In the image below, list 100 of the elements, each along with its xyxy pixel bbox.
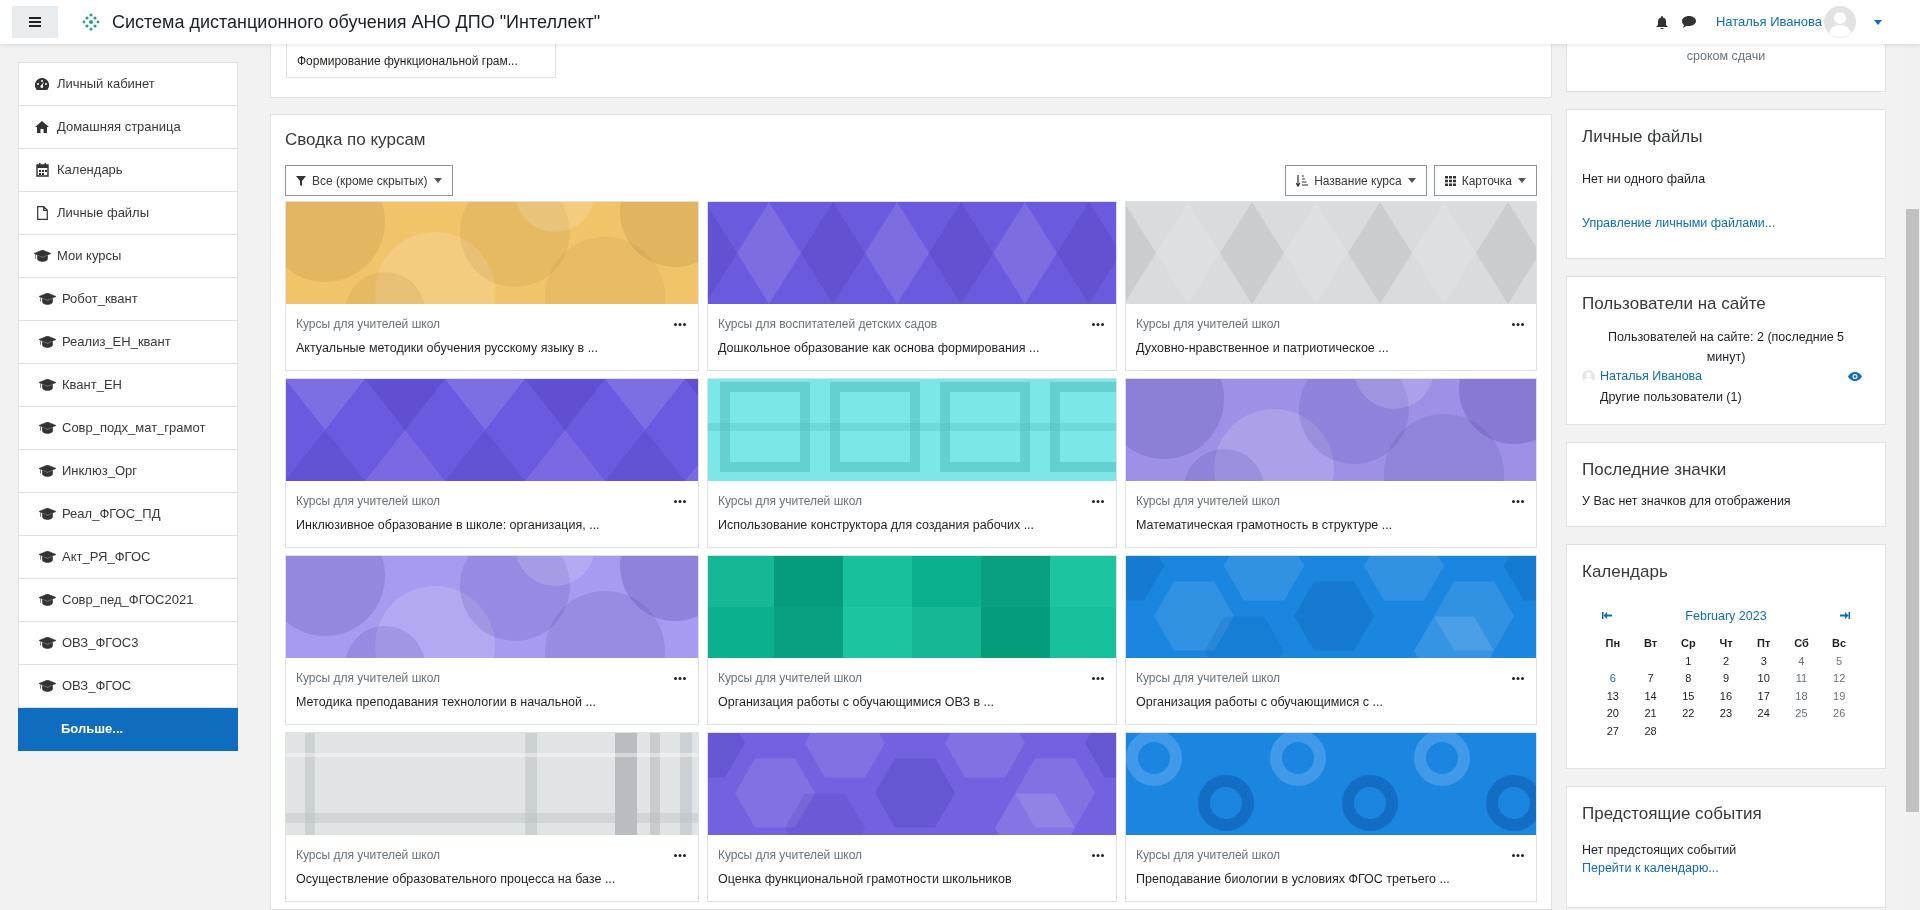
more-icon[interactable]	[1092, 676, 1104, 680]
calendar-day[interactable]: 8	[1669, 670, 1708, 688]
eye-icon[interactable]	[1848, 372, 1862, 381]
course-title[interactable]: Организация работы с обучающимися с ...	[1136, 693, 1526, 712]
sidebar-item[interactable]: Реал_ФГОС_ПД	[18, 493, 238, 536]
more-icon[interactable]	[1512, 499, 1524, 503]
scrollbar-thumb[interactable]	[1906, 209, 1919, 812]
calendar-day[interactable]: 6	[1594, 670, 1632, 688]
menu-button[interactable]	[12, 6, 58, 38]
course-title[interactable]: Методика преподавания технологии в начальной ...	[296, 693, 688, 712]
sidebar-item[interactable]: Больше...	[18, 708, 238, 751]
sidebar-item[interactable]: Квант_ЕН	[18, 364, 238, 407]
calendar-day[interactable]: 26	[1820, 705, 1858, 723]
previous-month-icon[interactable]	[1602, 612, 1612, 620]
calendar-day[interactable]: 15	[1669, 687, 1708, 706]
calendar-day[interactable]: 13	[1594, 687, 1632, 706]
sidebar-item[interactable]: Личные файлы	[18, 192, 238, 235]
course-card[interactable]: Курсы для учителей школ Преподавание биологии в условиях ФГОС третьего ...	[1125, 732, 1537, 902]
sidebar-item[interactable]: Мои курсы	[18, 235, 238, 278]
calendar-day[interactable]: 24	[1744, 705, 1783, 723]
sidebar-item[interactable]: Инклюз_Орг	[18, 450, 238, 493]
calendar-day[interactable]: 11	[1782, 670, 1821, 688]
course-card[interactable]: Курсы для учителей школ Организация работы с обучающимися ОВЗ в ...	[707, 555, 1117, 725]
course-title[interactable]: Духовно-нравственное и патриотическое ...	[1136, 339, 1526, 358]
course-title[interactable]: Организация работы с обучающимися ОВЗ в ...	[718, 693, 1106, 712]
course-card[interactable]: Курсы для учителей школ Инклюзивное образование в школе: организация, ...	[285, 378, 699, 548]
graduation-cap-icon	[38, 465, 56, 477]
bell-icon[interactable]	[1655, 15, 1668, 29]
weekday-header: Сб	[1793, 636, 1810, 652]
calendar-day[interactable]: 17	[1744, 687, 1783, 706]
user-name[interactable]: Наталья Иванова	[1715, 12, 1822, 32]
calendar-day[interactable]: 19	[1820, 687, 1858, 706]
view-button[interactable]: Карточка	[1433, 165, 1537, 196]
course-card[interactable]: Курсы для учителей школ Организация работы с обучающимися с ...	[1125, 555, 1537, 725]
calendar-day[interactable]: 18	[1782, 687, 1821, 706]
calendar-day[interactable]: 22	[1669, 705, 1708, 723]
calendar-day[interactable]: 4	[1782, 652, 1821, 671]
month-link[interactable]: February 2023	[1685, 606, 1767, 626]
more-icon[interactable]	[1092, 322, 1104, 326]
course-card[interactable]: Курсы для учителей школ Актуальные методики обучения русскому языку в ...	[285, 201, 699, 371]
sidebar-item[interactable]: ОВЗ_ФГОС3	[18, 622, 238, 665]
course-title[interactable]: Математическая грамотность в структуре ...	[1136, 516, 1526, 535]
course-title[interactable]: Актуальные методики обучения русскому языку в ...	[296, 339, 688, 358]
chat-icon[interactable]	[1681, 16, 1696, 28]
more-icon[interactable]	[674, 499, 686, 503]
calendar-day[interactable]: 25	[1782, 705, 1821, 723]
calendar-day[interactable]: 28	[1631, 722, 1670, 741]
course-title[interactable]: Дошкольное образование как основа формирования ...	[718, 339, 1106, 358]
course-card[interactable]: Курсы для учителей школ Осуществление образовательного процесса на базе ...	[285, 732, 699, 902]
course-title[interactable]: Преподавание биологии в условиях ФГОС третьего ...	[1136, 870, 1526, 889]
course-title[interactable]: Оценка функциональной грамотности школьников	[718, 870, 1106, 889]
sidebar-item[interactable]: Личный кабинет	[18, 63, 238, 106]
course-card[interactable]: Курсы для учителей школ Духовно-нравственное и патриотическое ...	[1125, 201, 1537, 371]
calendar-day[interactable]: 20	[1594, 705, 1632, 723]
sidebar-item[interactable]: Совр_пед_ФГОС2021	[18, 579, 238, 622]
course-card[interactable]: Курсы для учителей школ Оценка функциональной грамотности школьников	[707, 732, 1117, 902]
timeline-text: сроком сдачи	[1686, 48, 1766, 65]
sidebar-item[interactable]: Акт_РЯ_ФГОС	[18, 536, 238, 579]
calendar-day[interactable]: 7	[1631, 670, 1670, 688]
calendar-day[interactable]: 12	[1820, 670, 1858, 688]
course-item[interactable]: Формирование функциональной грам...	[286, 44, 556, 78]
course-title[interactable]: Использование конструктора для создания рабочих ...	[718, 516, 1106, 535]
calendar-day[interactable]: 14	[1631, 687, 1670, 706]
sidebar-item[interactable]: Календарь	[18, 149, 238, 192]
course-title[interactable]: Осуществление образовательного процесса на базе ...	[296, 870, 688, 889]
calendar-day[interactable]: 16	[1707, 687, 1745, 706]
filter-button[interactable]: Все (кроме скрытых)	[285, 165, 453, 196]
calendar-day[interactable]: 27	[1594, 722, 1632, 741]
calendar-day[interactable]: 3	[1744, 652, 1783, 671]
more-icon[interactable]	[1092, 853, 1104, 857]
more-icon[interactable]	[674, 853, 686, 857]
calendar-day[interactable]: 2	[1707, 652, 1745, 671]
calendar-day[interactable]: 21	[1631, 705, 1670, 723]
course-card[interactable]: Курсы для учителей школ Математическая грамотность в структуре ...	[1125, 378, 1537, 548]
manage-files-link[interactable]: Управление личными файлами...	[1582, 214, 1870, 233]
more-icon[interactable]	[1092, 499, 1104, 503]
sidebar-item[interactable]: Реализ_ЕН_квант	[18, 321, 238, 364]
more-icon[interactable]	[1512, 676, 1524, 680]
calendar-day[interactable]: 23	[1707, 705, 1745, 723]
calendar-link[interactable]: Перейти к календарю...	[1582, 859, 1870, 878]
course-title[interactable]: Инклюзивное образование в школе: организация, ...	[296, 516, 688, 535]
user-link[interactable]: Наталья Иванова	[1600, 367, 1703, 386]
course-card[interactable]: Курсы для учителей школ Методика преподавания технологии в начальной ...	[285, 555, 699, 725]
calendar-day[interactable]: 10	[1744, 670, 1783, 688]
sidebar-item[interactable]: Домашняя страница	[18, 106, 238, 149]
course-card[interactable]: Курсы для учителей школ Использование конструктора для создания рабочих ...	[707, 378, 1117, 548]
more-icon[interactable]	[674, 322, 686, 326]
sidebar-item[interactable]: Робот_квант	[18, 278, 238, 321]
course-card[interactable]: Курсы для воспитателей детских садов Дошкольное образование как основа формирования ...	[707, 201, 1117, 371]
sort-button[interactable]: Название курса	[1285, 165, 1427, 196]
more-icon[interactable]	[674, 676, 686, 680]
more-icon[interactable]	[1512, 322, 1524, 326]
graduation-cap-icon	[33, 250, 51, 262]
calendar-day[interactable]: 9	[1707, 670, 1745, 688]
calendar-day[interactable]: 1	[1669, 652, 1708, 671]
sidebar-item[interactable]: ОВЗ_ФГОС	[18, 665, 238, 708]
sidebar-item[interactable]: Совр_подх_мат_грамот	[18, 407, 238, 450]
more-icon[interactable]	[1512, 853, 1524, 857]
calendar-day[interactable]: 5	[1820, 652, 1858, 671]
next-month-icon[interactable]	[1840, 612, 1850, 620]
